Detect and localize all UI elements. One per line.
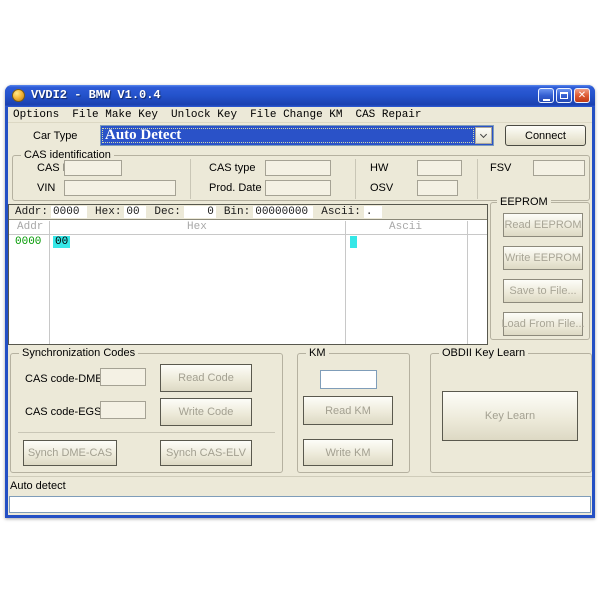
minimize-button[interactable]: [538, 88, 554, 103]
cas-divider-1: [190, 159, 191, 199]
read-km-button[interactable]: Read KM: [303, 396, 393, 425]
sync-divider: [18, 432, 275, 433]
key-learn-button[interactable]: Key Learn: [442, 391, 578, 441]
menu-cas-repair[interactable]: CAS Repair: [355, 109, 421, 121]
write-eeprom-button[interactable]: Write EEPROM: [503, 246, 583, 270]
write-km-button[interactable]: Write KM: [303, 439, 393, 466]
minimize-icon: [543, 99, 550, 101]
car-type-value: Auto Detect: [101, 127, 475, 144]
osv-label: OSV: [370, 182, 393, 194]
fsv-label: FSV: [490, 162, 511, 174]
app-window: VVDI2 - BMW V1.0.4 ✕ Options File Make K…: [5, 85, 595, 518]
prod-date-field[interactable]: [265, 180, 331, 196]
hex-editor[interactable]: Addr: 0000 Hex: 00 Dec: 0 Bin: 00000000 …: [8, 204, 488, 345]
menubar: Options File Make Key Unlock Key File Ch…: [8, 107, 592, 123]
cas-code-dme-field[interactable]: [100, 368, 146, 386]
hex-table-header: Addr Hex Ascii: [9, 221, 487, 234]
hex-row-address: 0000: [15, 236, 41, 248]
hex-scrollbar-strip[interactable]: [467, 221, 468, 344]
read-code-button[interactable]: Read Code: [160, 364, 252, 392]
menu-unlock-key[interactable]: Unlock Key: [171, 109, 237, 121]
menu-file-change-km[interactable]: File Change KM: [250, 109, 342, 121]
cas-divider-3: [477, 159, 478, 199]
hex-info-addr-label: Addr:: [15, 206, 48, 218]
obdii-key-learn-title: OBDII Key Learn: [439, 347, 528, 359]
window-title: VVDI2 - BMW V1.0.4: [31, 88, 161, 102]
osv-field[interactable]: [417, 180, 458, 196]
cas-code-dme-label: CAS code-DME:: [25, 373, 106, 385]
page-background: VVDI2 - BMW V1.0.4 ✕ Options File Make K…: [0, 0, 600, 600]
cas-code-egs-label: CAS code-EGS:: [25, 406, 104, 418]
hex-info-hex-value: 00: [124, 206, 146, 218]
menu-options[interactable]: Options: [13, 109, 59, 121]
hex-info-addr-value: 0000: [51, 206, 87, 218]
km-field[interactable]: [320, 370, 377, 389]
hex-byte-selected[interactable]: 00: [53, 236, 70, 248]
hex-info-ascii-label: Ascii:: [321, 206, 361, 218]
cas-type-field[interactable]: [265, 160, 331, 176]
hex-table-vline-2: [345, 221, 346, 344]
hex-col-hex: Hex: [187, 221, 207, 233]
hex-info-bin-label: Bin:: [224, 206, 250, 218]
status-text: Auto detect: [10, 480, 66, 492]
cas-divider-2: [355, 159, 356, 199]
maximize-icon: [560, 92, 568, 99]
titlebar[interactable]: VVDI2 - BMW V1.0.4 ✕: [5, 85, 595, 107]
write-code-button[interactable]: Write Code: [160, 398, 252, 426]
prod-date-label: Prod. Date: [209, 182, 262, 194]
car-type-label: Car Type: [33, 130, 77, 142]
fsv-field[interactable]: [533, 160, 585, 176]
vin-field[interactable]: [64, 180, 176, 196]
hex-info-hex-label: Hex:: [95, 206, 121, 218]
read-eeprom-button[interactable]: Read EEPROM: [503, 213, 583, 237]
ascii-cursor: [350, 236, 357, 248]
vin-label: VIN: [37, 182, 55, 194]
car-type-combobox[interactable]: Auto Detect: [100, 125, 494, 146]
load-from-file-button[interactable]: Load From File...: [503, 312, 583, 336]
cas-type-label: CAS type: [209, 162, 255, 174]
hex-info-dec-value: 0: [184, 206, 216, 218]
connect-button[interactable]: Connect: [505, 125, 586, 146]
close-icon: ✕: [578, 91, 586, 101]
hex-info-bin-value: 00000000: [253, 206, 313, 218]
hex-info-dec-label: Dec:: [154, 206, 180, 218]
hex-info-ascii-value: .: [364, 206, 382, 218]
status-divider: [8, 476, 592, 477]
cas-id-field[interactable]: [64, 160, 122, 176]
app-icon: [12, 89, 25, 102]
hex-info-bar: Addr: 0000 Hex: 00 Dec: 0 Bin: 00000000 …: [9, 205, 487, 220]
close-button[interactable]: ✕: [574, 88, 590, 103]
progress-bar: [9, 496, 591, 513]
synch-cas-elv-button[interactable]: Synch CAS-ELV: [160, 440, 252, 466]
hex-header-underline: [9, 234, 487, 235]
hw-label: HW: [370, 162, 388, 174]
client-area: Options File Make Key Unlock Key File Ch…: [8, 107, 592, 515]
hex-col-ascii: Ascii: [389, 221, 422, 233]
eeprom-title: EEPROM: [497, 196, 551, 208]
sync-codes-title: Synchronization Codes: [19, 347, 138, 359]
hex-col-addr: Addr: [17, 221, 43, 233]
combo-dropdown-button[interactable]: [475, 127, 492, 144]
maximize-button[interactable]: [556, 88, 572, 103]
synch-dme-cas-button[interactable]: Synch DME-CAS: [23, 440, 117, 466]
km-title: KM: [306, 347, 329, 359]
menu-file-make-key[interactable]: File Make Key: [72, 109, 158, 121]
hw-field[interactable]: [417, 160, 462, 176]
save-to-file-button[interactable]: Save to File...: [503, 279, 583, 303]
hex-table-vline-1: [49, 221, 50, 344]
chevron-down-icon: [480, 130, 487, 137]
cas-code-egs-field[interactable]: [100, 401, 146, 419]
